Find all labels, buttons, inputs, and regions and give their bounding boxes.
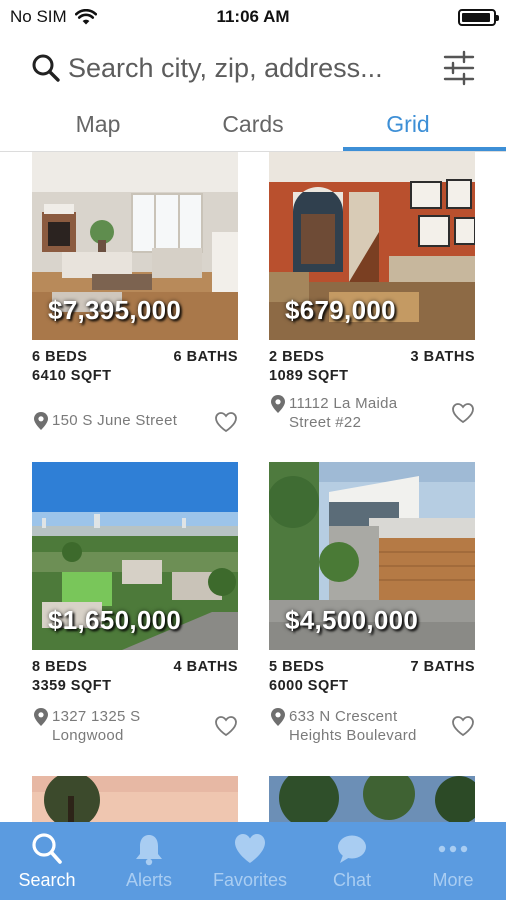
address-line-1: 1327 1325 S: [52, 708, 141, 725]
search-bar: [0, 46, 506, 90]
listing-beds: 8 BEDS: [32, 659, 88, 675]
bell-icon: [136, 835, 162, 866]
listing-price: $1,650,000: [48, 605, 182, 635]
listing-price: $4,500,000: [285, 605, 419, 635]
battery-icon: [458, 9, 499, 26]
listing-photo[interactable]: $1,650,000: [32, 462, 238, 650]
listing-baths: 3 BATHS: [410, 349, 475, 365]
listing-sqft: 1089 SQFT: [269, 368, 349, 384]
listing-address: 1327 1325 S Longwood: [52, 707, 202, 745]
nav-favorites[interactable]: Favorites: [200, 822, 300, 900]
listing-card[interactable]: $1,650,000 8 BEDS 4 BATHS 3359 SQFT 1327…: [32, 462, 238, 762]
nav-label: Chat: [332, 870, 372, 890]
address-line-2: Longwood: [52, 727, 124, 744]
view-tabs: Map Cards Grid: [0, 102, 506, 152]
listing-beds: 6 BEDS: [32, 349, 88, 365]
favorite-heart-icon[interactable]: [451, 402, 475, 424]
listing-photo[interactable]: $7,395,000: [32, 152, 238, 340]
sliders-icon[interactable]: [442, 50, 476, 86]
listing-photo[interactable]: $4,500,000: [269, 462, 475, 650]
nav-more[interactable]: More: [403, 822, 503, 900]
location-pin-icon: [271, 708, 285, 726]
address-line-2: Heights Boulevard: [289, 727, 417, 744]
favorite-heart-icon[interactable]: [214, 715, 238, 737]
listing-price: $7,395,000: [48, 295, 182, 325]
status-time: 11:06 AM: [216, 7, 290, 26]
heart-icon: [235, 834, 265, 863]
address-line-1: 11112 La Maida: [289, 395, 398, 412]
listing-photo[interactable]: $679,000: [269, 152, 475, 340]
listing-address: 633 N Crescent Heights Boulevard: [289, 707, 439, 745]
nav-alerts[interactable]: Alerts: [99, 822, 199, 900]
listing-sqft: 6410 SQFT: [32, 368, 112, 384]
listing-card[interactable]: [32, 776, 238, 822]
location-pin-icon: [34, 708, 48, 726]
listing-sqft: 6000 SQFT: [269, 678, 349, 694]
listing-card[interactable]: $7,395,000 6 BEDS 6 BATHS 6410 SQFT 150 …: [32, 152, 238, 452]
app-screen: No SIM 11:06 AM Search city, zip, addres…: [0, 0, 506, 900]
listing-beds: 2 BEDS: [269, 349, 325, 365]
nav-label: Search: [18, 870, 76, 890]
listing-baths: 4 BATHS: [173, 659, 238, 675]
listing-card[interactable]: $4,500,000 5 BEDS 7 BATHS 6000 SQFT 633 …: [269, 462, 475, 762]
nav-chat[interactable]: Chat: [302, 822, 402, 900]
favorite-heart-icon[interactable]: [451, 715, 475, 737]
nav-label: Favorites: [212, 870, 288, 890]
location-pin-icon: [34, 412, 48, 430]
location-pin-icon: [271, 395, 285, 413]
listing-price: $679,000: [285, 295, 396, 325]
search-input[interactable]: [68, 46, 428, 90]
favorite-heart-icon[interactable]: [214, 411, 238, 433]
magnifier-icon[interactable]: [30, 52, 62, 84]
search-icon: [32, 833, 62, 864]
listing-baths: 7 BATHS: [410, 659, 475, 675]
bottom-tab-bar: Search Alerts Favorites Chat More: [0, 822, 506, 900]
status-bar: No SIM 11:06 AM: [0, 0, 506, 34]
listings-grid[interactable]: $7,395,000 6 BEDS 6 BATHS 6410 SQFT 150 …: [0, 152, 506, 822]
tab-cards[interactable]: Cards: [173, 102, 333, 152]
listing-photo[interactable]: [32, 776, 238, 822]
chat-bubble-icon: [338, 835, 366, 863]
nav-label: More: [432, 870, 474, 890]
nav-search[interactable]: Search: [0, 822, 97, 900]
listing-card[interactable]: $679,000 2 BEDS 3 BATHS 1089 SQFT 11112 …: [269, 152, 475, 452]
tab-map[interactable]: Map: [18, 102, 178, 152]
listing-baths: 6 BATHS: [173, 349, 238, 365]
address-line-1: 150 S June Street: [52, 412, 178, 429]
nav-label: Alerts: [125, 870, 172, 890]
listing-card[interactable]: [269, 776, 475, 822]
listing-address: 150 S June Street: [52, 411, 202, 430]
more-dots-icon: [438, 845, 468, 853]
listing-photo[interactable]: [269, 776, 475, 822]
active-tab-indicator: [343, 147, 506, 151]
tab-grid[interactable]: Grid: [328, 102, 488, 152]
listing-sqft: 3359 SQFT: [32, 678, 112, 694]
listing-beds: 5 BEDS: [269, 659, 325, 675]
address-line-2: Street #22: [289, 414, 362, 431]
address-line-1: 633 N Crescent: [289, 708, 398, 725]
listing-address: 11112 La Maida Street #22: [289, 394, 439, 432]
